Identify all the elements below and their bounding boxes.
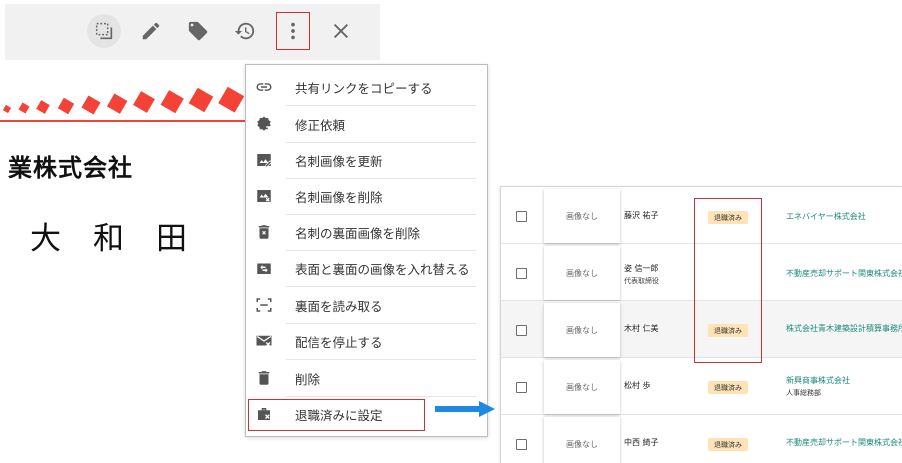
retired-option-highlight [248,399,425,431]
menu-item-stop-delivery[interactable]: 配信を停止する [246,323,487,359]
menu-item-label: 名刺画像を更新 [295,153,383,169]
person-name-text: 姿 信一郎 [624,264,659,273]
mail-off-icon [255,332,273,350]
row-checkbox[interactable] [516,439,527,450]
image-delete-icon [255,187,273,205]
link-icon [255,78,273,96]
card-person-name: 大和田 昭 [30,221,250,257]
row-checkbox[interactable] [516,211,527,222]
card-list-panel: 画像なし 藤沢 祐子 退職済み エネバイヤー株式会社 画像なし 姿 信一郎代表取… [500,186,902,463]
row-checkbox[interactable] [516,268,527,279]
select-icon [95,22,113,40]
company-name[interactable]: エネバイヤー株式会社 [786,212,866,221]
menu-item-delete[interactable]: 削除 [246,360,487,396]
menu-item-label: 名刺の裏面画像を削除 [295,225,421,241]
person-name: 松村 歩 [624,380,651,392]
card-thumbnail[interactable]: 画像なし [544,360,620,414]
arrow-right-icon [435,401,495,417]
close-button[interactable] [324,14,358,48]
company-name[interactable]: 不動産売却サポート関東株式会社 [786,438,902,447]
person-name: 姿 信一郎代表取締役 [624,263,659,287]
retired-badge-highlight [694,198,762,363]
image-update-icon [255,151,273,169]
company-link[interactable]: 新興商事株式会社 人事総務部 [786,375,850,399]
history-icon [234,22,255,40]
menu-item-label: 配信を停止する [295,334,383,350]
menu-item-label: 共有リンクをコピーする [295,80,433,96]
edit-button[interactable] [134,14,168,48]
menu-item-swap-images[interactable]: 表面と裏面の画像を入れ替える [246,250,487,286]
person-name-text: 中西 綺子 [624,438,659,447]
select-button[interactable] [87,14,121,48]
business-card-image: 業株式会社 大和田 昭 [0,60,250,280]
close-icon [333,23,349,39]
status-badge: 退職済み [708,381,748,394]
card-thumbnail[interactable]: 画像なし [544,417,620,463]
card-thumbnail[interactable]: 画像なし [544,189,620,243]
edit-request-icon [255,115,273,133]
person-name-text: 藤沢 祐子 [624,211,659,220]
person-name-text: 木村 仁美 [624,324,659,333]
tag-icon [188,21,208,41]
company-link[interactable]: 不動産売却サポート関東株式会社 [786,437,902,449]
company-link[interactable]: 株式会社青木建築設計積算事務所 [786,323,902,335]
menu-item-label: 修正依頼 [295,117,346,133]
menu-item-label: 表面と裏面の画像を入れ替える [295,261,470,277]
history-button[interactable] [228,14,262,48]
menu-item-label: 削除 [295,371,321,387]
row-checkbox[interactable] [516,325,527,336]
trash-icon [255,223,273,241]
menu-item-label: 名刺画像を削除 [295,189,383,205]
menu-item-copy-share-link[interactable]: 共有リンクをコピーする [246,69,487,105]
card-stamp-decoration [0,86,250,122]
company-link[interactable]: エネバイヤー株式会社 [786,211,866,223]
table-row[interactable]: 画像なし 中西 綺子 退職済み 不動産売却サポート関東株式会社 [501,415,902,463]
menu-item-edit-request[interactable]: 修正依頼 [246,106,487,142]
menu-item-update-card-image[interactable]: 名刺画像を更新 [246,142,487,178]
table-row[interactable]: 画像なし 松村 歩 退職済み 新興商事株式会社 人事総務部 [501,358,902,415]
card-company-name: 業株式会社 [8,154,133,182]
status-badge: 退職済み [708,438,748,451]
menu-item-label: 裏面を読み取る [295,298,383,314]
options-menu: 共有リンクをコピーする 修正依頼 名刺画像を更新 名刺画像を削除 名刺の裏面画像… [245,64,488,437]
company-link[interactable]: 不動産売却サポート関東株式会社 [786,268,902,280]
person-name: 中西 綺子 [624,437,659,449]
person-name: 藤沢 祐子 [624,210,659,222]
scan-icon [255,296,273,314]
row-checkbox[interactable] [516,382,527,393]
person-name-text: 松村 歩 [624,381,651,390]
company-name[interactable]: 不動産売却サポート関東株式会社 [786,269,902,278]
pencil-icon [142,22,160,40]
more-vert-icon [291,22,295,40]
person-name: 木村 仁美 [624,323,659,335]
company-name[interactable]: 新興商事株式会社 [786,376,850,385]
card-toolbar [5,4,380,60]
department-name: 人事総務部 [786,389,821,397]
card-thumbnail[interactable]: 画像なし [544,246,620,300]
menu-item-scan-back[interactable]: 裏面を読み取る [246,287,487,323]
menu-item-delete-back-image[interactable]: 名刺の裏面画像を削除 [246,214,487,250]
tag-button[interactable] [181,14,215,48]
more-options-button[interactable] [276,12,310,50]
menu-item-delete-card-image[interactable]: 名刺画像を削除 [246,178,487,214]
person-title: 代表取締役 [624,277,659,285]
company-name[interactable]: 株式会社青木建築設計積算事務所 [786,324,902,333]
trash-icon [255,369,273,387]
card-thumbnail[interactable]: 画像なし [544,303,620,357]
swap-icon [255,259,273,277]
